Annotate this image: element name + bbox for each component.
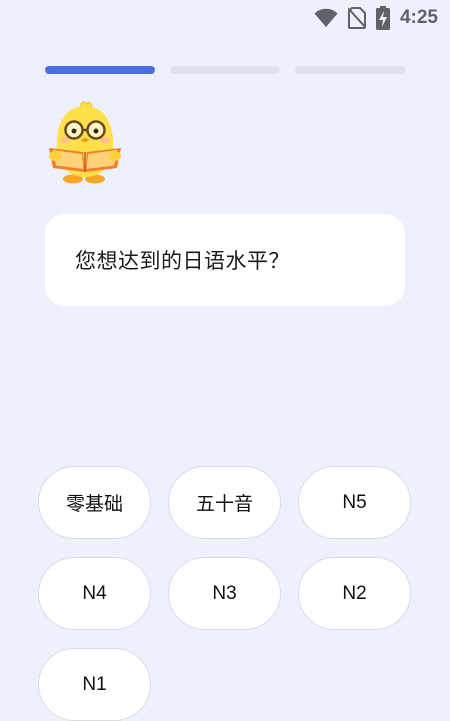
- option-label: N3: [212, 582, 237, 604]
- option-label: N4: [82, 582, 107, 604]
- progress-segment-2: [170, 66, 280, 74]
- option-label: N2: [342, 582, 367, 604]
- progress-segment-1: [45, 66, 155, 74]
- option-n3-button[interactable]: N3: [168, 557, 281, 630]
- option-label: 五十音: [195, 494, 253, 515]
- option-n2-button[interactable]: N2: [298, 557, 411, 630]
- question-card: 您想达到的日语水平？: [45, 214, 405, 306]
- option-n5-button[interactable]: N5: [298, 466, 411, 539]
- option-label: 零基础: [65, 494, 123, 515]
- option-label: N5: [342, 491, 367, 513]
- status-bar: 4:25: [0, 0, 450, 36]
- option-n4-button[interactable]: N4: [38, 557, 151, 630]
- status-icons: 4:25: [314, 6, 438, 30]
- progress-bar: [45, 66, 405, 74]
- option-label: N1: [82, 673, 107, 695]
- chick-reading-book-icon: [45, 100, 125, 186]
- progress-segment-3: [295, 66, 405, 74]
- wifi-icon: [314, 8, 338, 28]
- level-options: 零基础 五十音 N5 N4 N3 N2 N1: [38, 466, 414, 721]
- option-n1-button[interactable]: N1: [38, 648, 151, 721]
- no-sim-icon: [347, 7, 366, 29]
- option-kana-button[interactable]: 五十音: [168, 466, 281, 539]
- battery-charging-icon: [375, 6, 390, 30]
- status-time: 4:25: [399, 7, 438, 28]
- option-beginner-button[interactable]: 零基础: [38, 466, 151, 539]
- question-text: 您想达到的日语水平？: [75, 249, 290, 273]
